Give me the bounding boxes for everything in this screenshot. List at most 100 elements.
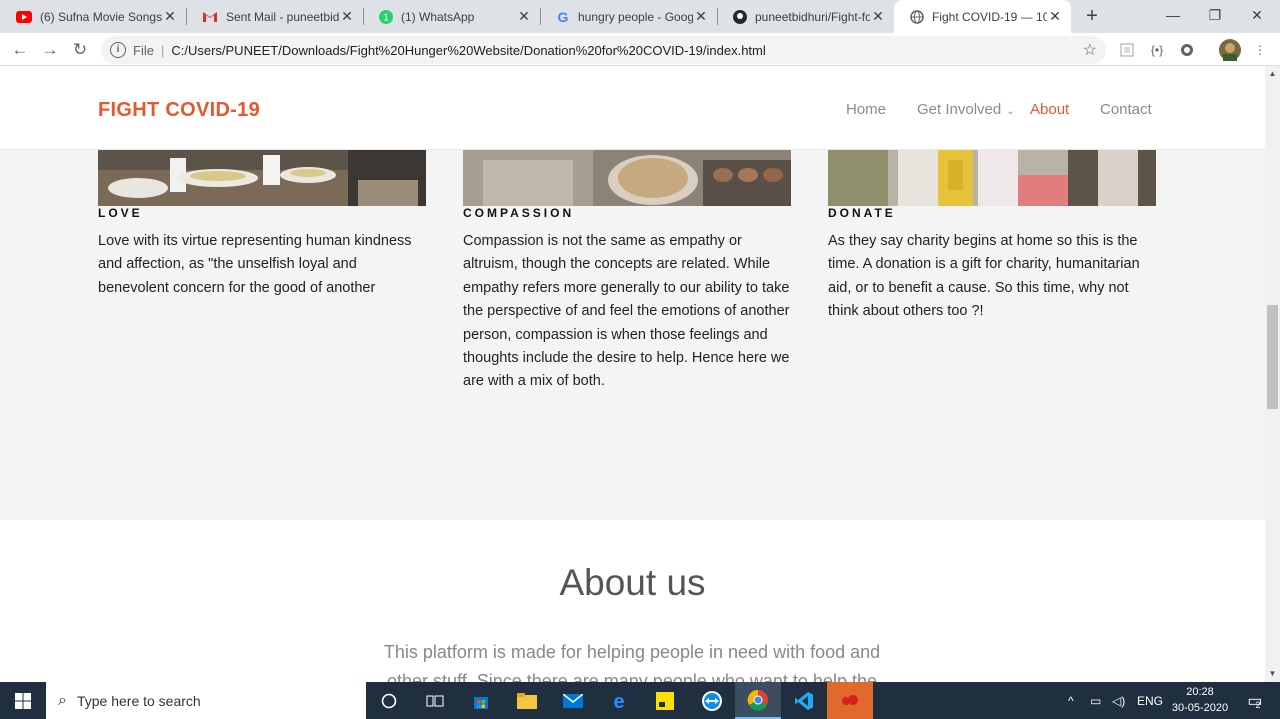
tab-strip: (6) Sufna Movie Songs ✕ Sent Mail - pune… xyxy=(0,0,1280,33)
sticky-notes-icon[interactable] xyxy=(642,682,688,719)
page-scrollbar[interactable]: ▲ ▼ xyxy=(1265,66,1280,682)
cortana-icon[interactable] xyxy=(366,682,412,719)
nav-get-involved-label: Get Involved xyxy=(917,101,1002,118)
windows-logo-icon xyxy=(15,692,31,709)
close-tab-button[interactable]: ✕ xyxy=(516,8,532,25)
web-page: FIGHT COVID-19 Home Get Involved ⌄ About … xyxy=(0,66,1265,682)
extension-circle-icon[interactable] xyxy=(1178,41,1196,59)
card-title-love: LOVE xyxy=(98,206,143,220)
tab-title: hungry people - Google xyxy=(578,9,693,24)
menu-icon[interactable]: ⋮ xyxy=(1251,41,1269,59)
tab-title: (1) WhatsApp xyxy=(401,9,475,24)
extension-doc-icon[interactable] xyxy=(1118,41,1136,59)
clock-time: 20:28 xyxy=(1186,686,1214,698)
file-explorer-icon[interactable] xyxy=(504,682,550,719)
tab-whatsapp[interactable]: 1 (1) WhatsApp ✕ xyxy=(363,0,540,33)
windows-taskbar: ⌕ Type here to search e ^ ▭ ◁) ENG 20:28… xyxy=(0,682,1280,719)
reload-button[interactable]: ↻ xyxy=(67,37,93,63)
google-icon: G xyxy=(558,10,569,24)
arrow-left-icon: ← xyxy=(11,40,29,59)
address-bar[interactable]: i File | C:/Users/PUNEET/Downloads/Fight… xyxy=(101,36,1106,64)
search-icon: ⌕ xyxy=(58,691,67,709)
svg-text:G: G xyxy=(558,10,569,24)
tab-gmail[interactable]: Sent Mail - puneetbidhu ✕ xyxy=(186,0,363,33)
tab-google[interactable]: G hungry people - Google ✕ xyxy=(540,0,717,33)
about-heading: About us xyxy=(559,562,706,603)
volume-icon[interactable]: ◁) xyxy=(1112,682,1125,719)
tab-title: Sent Mail - puneetbidhu xyxy=(226,9,339,24)
maximize-button[interactable]: ❐ xyxy=(1194,0,1236,30)
nav-contact[interactable]: Contact xyxy=(1100,101,1152,118)
close-tab-button[interactable]: ✕ xyxy=(339,8,355,25)
chevron-down-icon: ⌄ xyxy=(1006,106,1015,117)
card-text-donate: As they say charity begins at home so th… xyxy=(828,233,1140,320)
task-view-icon[interactable] xyxy=(412,682,458,719)
brand-logo[interactable]: FIGHT COVID-19 xyxy=(98,99,260,122)
gmail-icon xyxy=(203,11,217,22)
clock[interactable]: 20:28 30-05-2020 xyxy=(1160,684,1240,716)
extension-code-icon[interactable]: {•} xyxy=(1148,41,1166,59)
card-title-donate: DONATE xyxy=(828,206,896,220)
svg-text:e: e xyxy=(613,691,624,711)
close-tab-button[interactable]: ✕ xyxy=(693,8,709,25)
about-section: About us This platform is made for helpi… xyxy=(0,520,1265,682)
svg-text:1: 1 xyxy=(383,12,389,23)
url-text: C:/Users/PUNEET/Downloads/Fight%20Hunger… xyxy=(171,42,766,58)
close-tab-button[interactable]: ✕ xyxy=(1047,8,1063,25)
tab-title: Fight COVID-19 — 100% xyxy=(932,9,1047,24)
github-icon xyxy=(733,9,747,24)
tab-youtube[interactable]: (6) Sufna Movie Songs ✕ xyxy=(0,0,186,33)
browser-toolbar: ← → ↻ i File | C:/Users/PUNEET/Downloads… xyxy=(0,33,1280,66)
divider: | xyxy=(160,42,165,58)
nav-get-involved[interactable]: Get Involved ⌄ xyxy=(917,101,1015,118)
star-icon[interactable]: ☆ xyxy=(1083,40,1097,60)
new-tab-button[interactable]: + xyxy=(1080,4,1104,28)
store-icon[interactable] xyxy=(458,682,504,719)
teamviewer-icon[interactable] xyxy=(689,682,735,719)
chrome-icon[interactable] xyxy=(735,682,781,719)
nav-home[interactable]: Home xyxy=(846,101,886,118)
battery-icon[interactable]: ▭ xyxy=(1090,682,1101,719)
scrollbar-thumb[interactable] xyxy=(1267,305,1278,409)
back-button[interactable]: ← xyxy=(7,37,33,63)
info-icon[interactable]: i xyxy=(110,42,126,58)
tab-title: puneetbidhuri/Fight-for xyxy=(755,9,870,24)
scroll-down-icon[interactable]: ▼ xyxy=(1268,669,1277,678)
tab-fight-covid[interactable]: Fight COVID-19 — 100% ✕ xyxy=(894,0,1071,33)
close-window-button[interactable]: ✕ xyxy=(1236,0,1278,30)
about-text: This platform is made for helping people… xyxy=(383,642,881,682)
arrow-right-icon: → xyxy=(41,40,59,59)
profile-avatar[interactable] xyxy=(1219,39,1241,61)
notification-count: 2 xyxy=(1255,699,1261,710)
card-text-love: Love with its virtue representing human … xyxy=(98,233,412,296)
app-icon[interactable] xyxy=(827,682,873,719)
scheme-label: File xyxy=(133,42,154,58)
clock-date: 30-05-2020 xyxy=(1171,702,1229,714)
site-header: FIGHT COVID-19 Home Get Involved ⌄ About … xyxy=(0,66,1265,150)
tab-github[interactable]: puneetbidhuri/Fight-for ✕ xyxy=(717,0,894,33)
tray-up-icon[interactable]: ^ xyxy=(1068,682,1074,719)
whatsapp-icon: 1 xyxy=(379,9,393,24)
search-placeholder: Type here to search xyxy=(76,692,201,709)
browser-window: (6) Sufna Movie Songs ✕ Sent Mail - pune… xyxy=(0,0,1280,682)
card-title-compassion: COMPASSION xyxy=(463,206,575,220)
nav-about[interactable]: About xyxy=(1030,101,1069,118)
card-text-compassion: Compassion is not the same as empathy or… xyxy=(463,233,790,390)
forward-button[interactable]: → xyxy=(37,37,63,63)
mail-icon[interactable] xyxy=(550,682,596,719)
scroll-up-icon[interactable]: ▲ xyxy=(1268,69,1277,78)
tab-title: (6) Sufna Movie Songs xyxy=(40,9,162,24)
youtube-icon xyxy=(16,10,32,23)
donate-image xyxy=(828,150,1156,206)
start-button[interactable] xyxy=(0,682,46,719)
minimize-button[interactable]: — xyxy=(1152,0,1194,30)
vscode-icon[interactable] xyxy=(781,682,827,719)
love-image xyxy=(98,150,426,206)
compassion-image xyxy=(463,150,791,206)
close-tab-button[interactable]: ✕ xyxy=(870,8,886,25)
close-tab-button[interactable]: ✕ xyxy=(162,8,178,25)
taskbar-search[interactable]: ⌕ Type here to search xyxy=(46,682,366,719)
edge-icon[interactable]: e xyxy=(596,682,642,719)
reload-icon: ↻ xyxy=(72,40,88,59)
notification-center[interactable]: ▭ 2 xyxy=(1240,682,1268,719)
